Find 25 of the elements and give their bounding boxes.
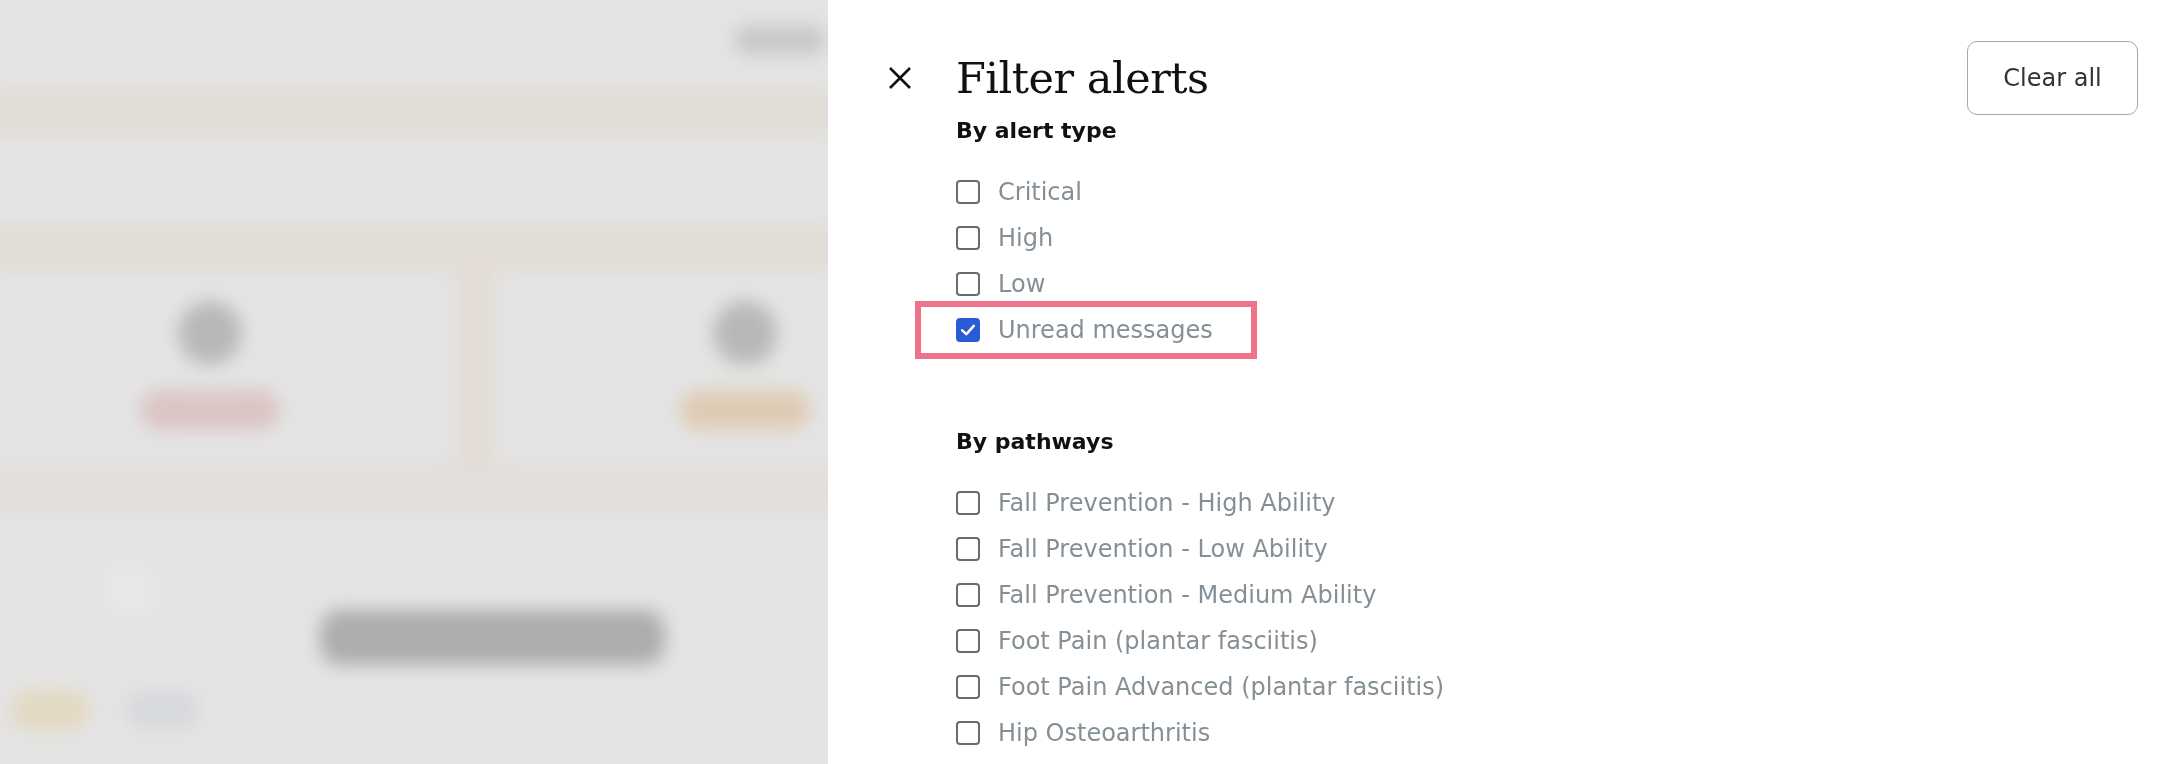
checkbox[interactable] bbox=[956, 629, 980, 653]
checkbox-label: Low bbox=[998, 270, 1046, 298]
section-heading: By alert type bbox=[956, 117, 1117, 145]
checkbox[interactable] bbox=[956, 272, 980, 296]
checkbox[interactable] bbox=[956, 180, 980, 204]
checkbox-label: Fall Prevention - Low Ability bbox=[998, 535, 1328, 563]
checkbox-label: Foot Pain Advanced (plantar fasciitis) bbox=[998, 673, 1445, 701]
checkbox-label: Foot Pain (plantar fasciitis) bbox=[998, 627, 1318, 655]
checkbox[interactable] bbox=[956, 318, 980, 342]
checkbox[interactable] bbox=[956, 226, 980, 250]
checkbox[interactable] bbox=[956, 491, 980, 515]
checkbox-label: Hip Osteoarthritis bbox=[998, 719, 1211, 747]
drawer-title: Filter alerts bbox=[956, 53, 1209, 103]
checkbox[interactable] bbox=[956, 721, 980, 745]
checkbox-label: High bbox=[998, 224, 1054, 252]
checkbox-label: Critical bbox=[998, 178, 1082, 206]
clear-all-button[interactable]: Clear all bbox=[1967, 41, 2138, 115]
checkbox[interactable] bbox=[956, 675, 980, 699]
checkbox-label: Fall Prevention - High Ability bbox=[998, 489, 1336, 517]
checkbox-label: Unread messages bbox=[998, 316, 1213, 344]
close-icon[interactable] bbox=[888, 66, 912, 90]
section-heading: By pathways bbox=[956, 428, 1114, 456]
checkbox-label: Fall Prevention - Medium Ability bbox=[998, 581, 1377, 609]
checkbox[interactable] bbox=[956, 583, 980, 607]
checkbox[interactable] bbox=[956, 537, 980, 561]
